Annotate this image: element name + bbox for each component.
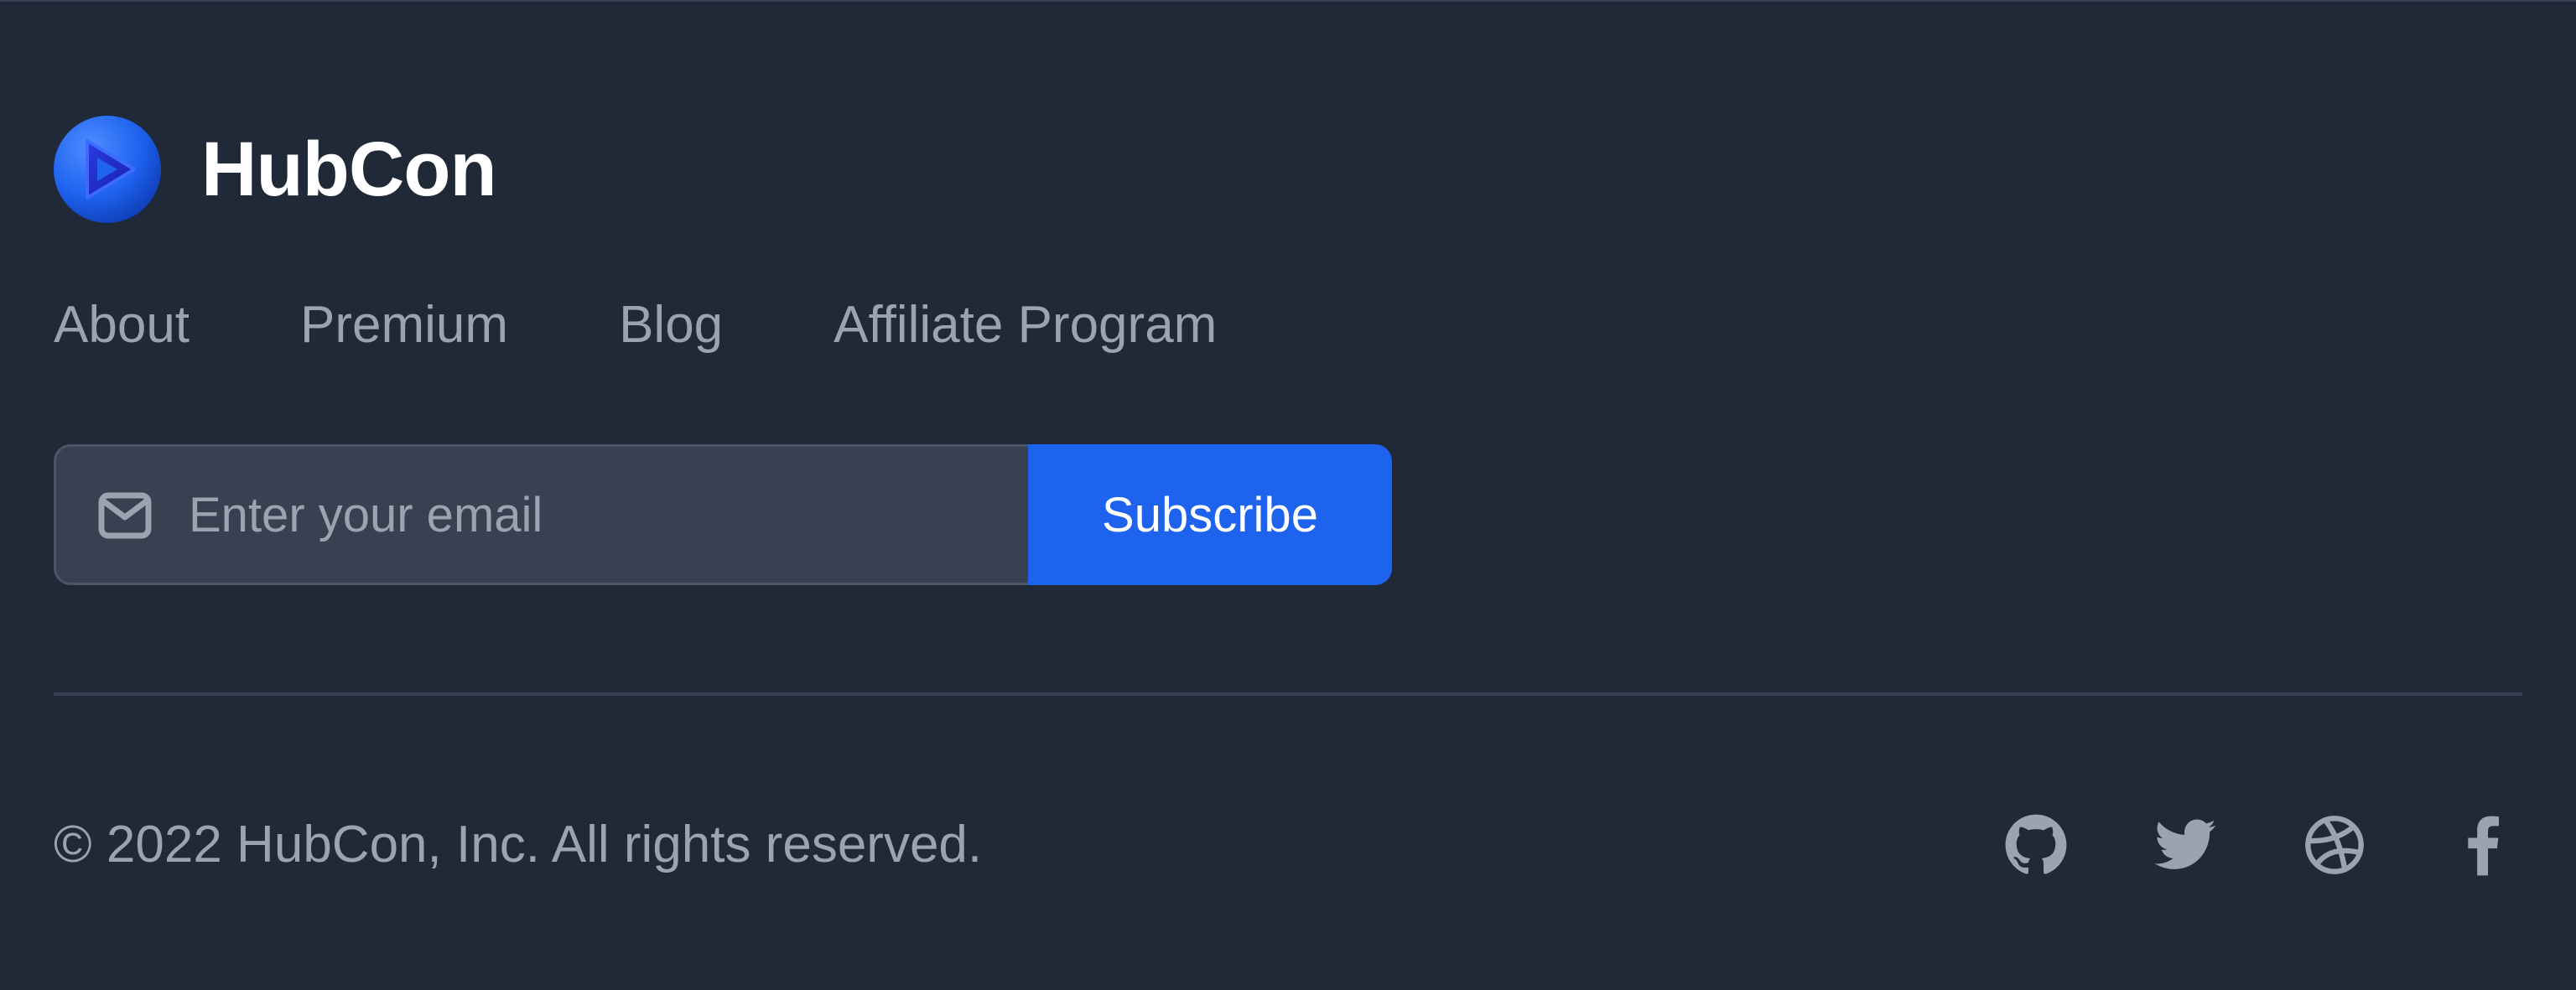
hubcon-logo-icon — [54, 116, 161, 223]
footer-divider — [54, 692, 2522, 696]
envelope-icon — [98, 492, 152, 539]
twitter-icon[interactable] — [2153, 813, 2217, 877]
newsletter-form: Subscribe — [54, 444, 1392, 585]
facebook-icon[interactable] — [2452, 813, 2516, 877]
social-links — [2004, 811, 2516, 879]
site-footer: HubCon About Premium Blog Affiliate Prog… — [0, 0, 2576, 990]
brand-name: HubCon — [201, 127, 497, 212]
nav-link-about[interactable]: About — [54, 292, 190, 359]
nav-link-blog[interactable]: Blog — [619, 292, 723, 359]
email-field-wrapper[interactable] — [54, 444, 1028, 585]
github-icon[interactable] — [2004, 813, 2068, 877]
email-input[interactable] — [189, 447, 994, 583]
footer-nav: About Premium Blog Affiliate Program — [54, 292, 1217, 359]
subscribe-button[interactable]: Subscribe — [1028, 444, 1392, 585]
nav-link-affiliate-program[interactable]: Affiliate Program — [834, 292, 1217, 359]
copyright-text: © 2022 HubCon, Inc. All rights reserved. — [54, 816, 983, 873]
nav-link-premium[interactable]: Premium — [300, 292, 508, 359]
dribbble-icon[interactable] — [2303, 813, 2366, 877]
brand[interactable]: HubCon — [54, 116, 497, 223]
